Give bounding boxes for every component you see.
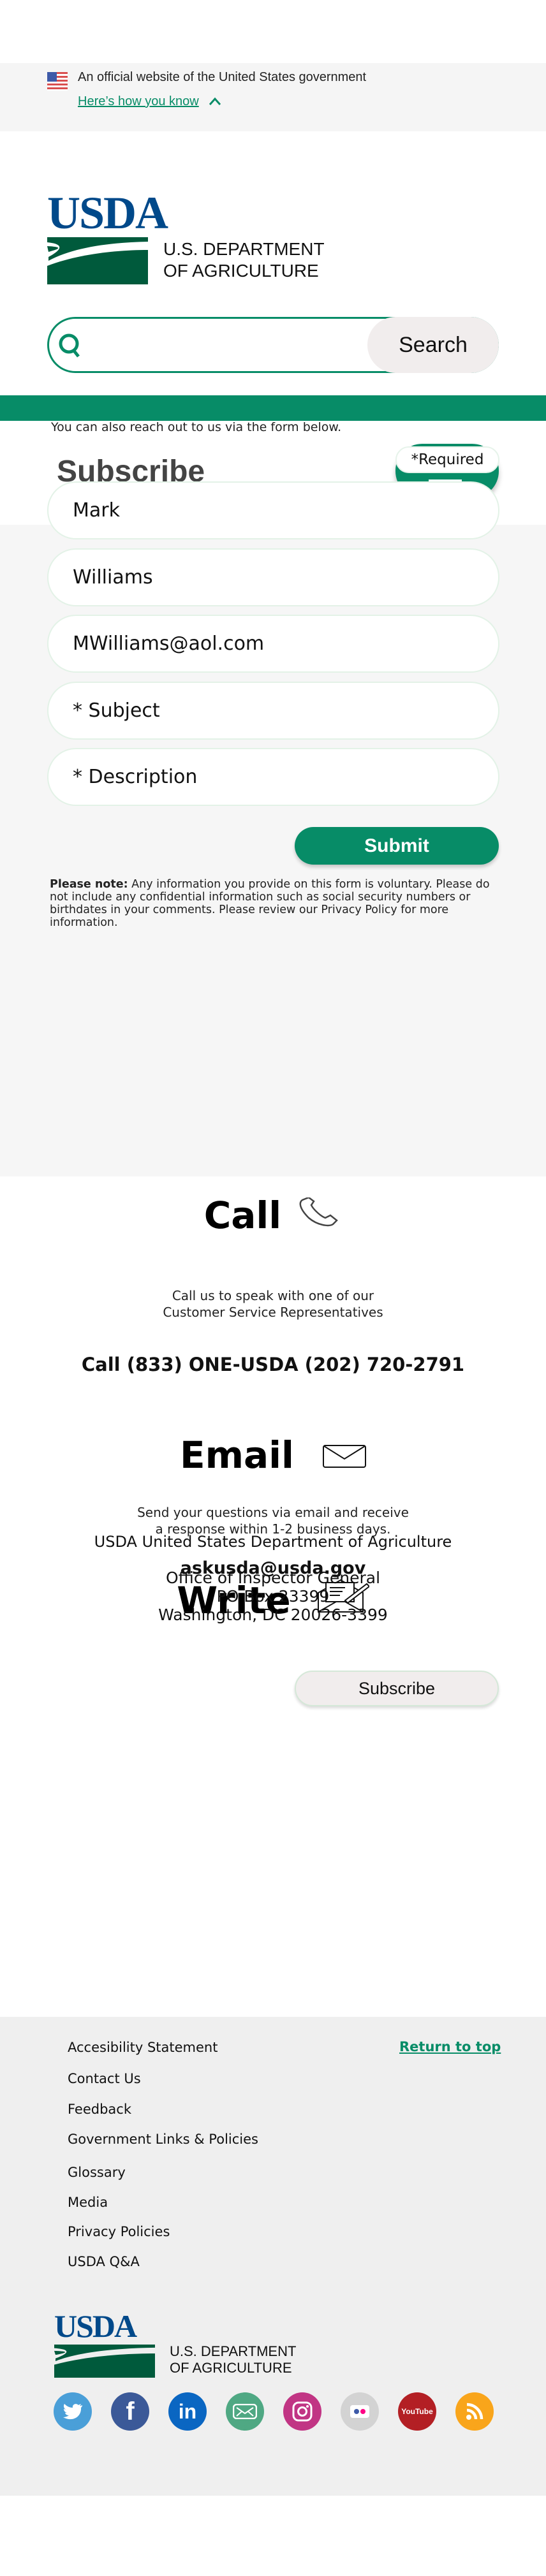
subscribe-button[interactable]: Subscribe	[295, 1671, 499, 1706]
heres-how-you-know-link[interactable]: Here’s how you know	[78, 94, 199, 109]
footer-dept-name: U.S. DEPARTMENT OF AGRICULTURE	[170, 2343, 296, 2376]
phone-icon	[299, 1196, 339, 1227]
search-button[interactable]: Search	[367, 317, 499, 373]
youtube-icon[interactable]: YouTube	[398, 2392, 436, 2431]
instagram-icon[interactable]	[283, 2392, 321, 2431]
footer-link-glossary[interactable]: Glossary	[68, 2165, 126, 2180]
footer-link-feedback[interactable]: Feedback	[68, 2102, 131, 2117]
footer-link-contact-us[interactable]: Contact Us	[68, 2071, 141, 2086]
dept-line-1: U.S. DEPARTMENT	[163, 239, 325, 259]
write-org: USDA United States Department of Agricul…	[94, 1533, 452, 1551]
twitter-icon[interactable]	[54, 2392, 92, 2431]
email-heading: Email	[0, 1433, 546, 1477]
usda-logo[interactable]: USDA	[47, 187, 168, 284]
last-name-field[interactable]: Williams	[47, 548, 499, 606]
footer-link-accessibility[interactable]: Accesibility Statement	[68, 2040, 218, 2055]
description-field[interactable]: * Description	[47, 748, 499, 806]
privacy-note: Please note: Any information you provide…	[50, 878, 496, 929]
footer-usda-logo[interactable]: USDA	[54, 2310, 155, 2378]
note-label: Please note:	[50, 878, 128, 891]
usda-logo-text: USDA	[47, 187, 168, 238]
footer-link-media[interactable]: Media	[68, 2195, 108, 2210]
email-desc-line-1: Send your questions via email and receiv…	[137, 1505, 409, 1520]
footer-link-privacy[interactable]: Privacy Policies	[68, 2224, 170, 2239]
footer-link-usda-qa[interactable]: USDA Q&A	[68, 2254, 140, 2269]
dept-name: U.S. DEPARTMENT OF AGRICULTURE	[163, 238, 325, 281]
call-title: Call	[203, 1194, 282, 1237]
email-field[interactable]: MWilliams@aol.com	[47, 615, 499, 673]
footer-logo-text: USDA	[54, 2308, 137, 2344]
us-flag-icon	[47, 72, 68, 91]
phone-number[interactable]: Call (833) ONE-USDA (202) 720-2791	[0, 1354, 546, 1375]
usda-field-logo-icon	[47, 237, 148, 284]
address-line-1: Office of Inspector General	[165, 1569, 381, 1587]
return-to-top-link[interactable]: Return to top	[399, 2039, 501, 2054]
dept-line-2: OF AGRICULTURE	[163, 260, 319, 281]
footer-dept-line-1: U.S. DEPARTMENT	[170, 2343, 297, 2359]
footer-link-government-links[interactable]: Government Links & Policies	[68, 2132, 258, 2147]
gov-banner-text: An official website of the United States…	[78, 70, 367, 84]
call-desc-line-2: Customer Service Representatives	[163, 1305, 383, 1320]
facebook-icon[interactable]: f	[111, 2392, 149, 2431]
email-title: Email	[179, 1433, 294, 1477]
envelope-icon	[323, 1445, 367, 1468]
call-description: Call us to speak with one of our Custome…	[0, 1287, 546, 1321]
call-heading: Call	[0, 1194, 546, 1237]
subject-field[interactable]: * Subject	[47, 682, 499, 740]
required-badge: *Required	[395, 446, 499, 473]
mailing-address: Office of Inspector General PO Box 23399…	[0, 1569, 546, 1624]
footer-dept-line-2: OF AGRICULTURE	[170, 2360, 292, 2376]
address-line-3: Washington, DC 20026-3399	[158, 1606, 388, 1624]
usda-field-logo-icon	[54, 2345, 155, 2378]
address-line-2: PO Box 23399	[216, 1587, 330, 1606]
chevron-up-icon[interactable]	[208, 96, 222, 107]
linkedin-glyph: in	[178, 2399, 197, 2423]
youtube-glyph: YouTube	[401, 2407, 433, 2416]
email-share-icon[interactable]	[226, 2392, 264, 2431]
first-name-field[interactable]: Mark	[47, 481, 499, 539]
call-desc-line-1: Call us to speak with one of our	[172, 1288, 374, 1303]
green-divider	[0, 395, 546, 421]
linkedin-icon[interactable]: in	[168, 2392, 207, 2431]
search-icon	[59, 333, 80, 358]
rss-icon[interactable]	[455, 2392, 494, 2431]
submit-button[interactable]: Submit	[295, 827, 499, 865]
form-intro: You can also reach out to us via the for…	[51, 420, 342, 434]
flickr-icon[interactable]	[341, 2392, 379, 2431]
